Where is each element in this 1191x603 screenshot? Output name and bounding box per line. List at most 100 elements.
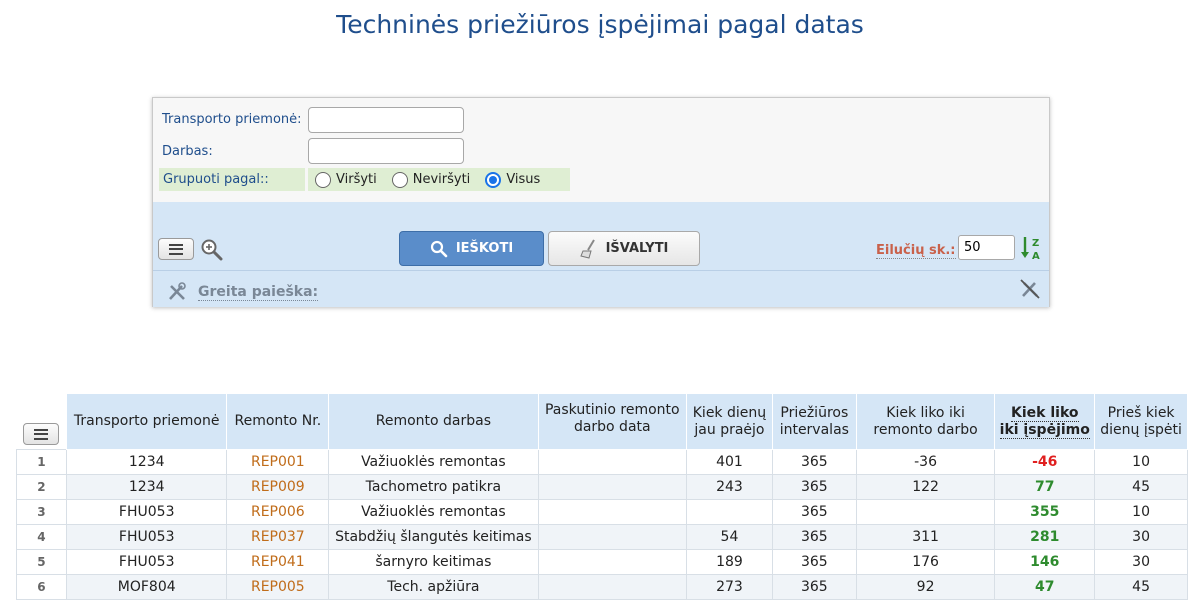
- table-row[interactable]: 3 FHU053 REP006 Važiuoklės remontas 365 …: [16, 499, 1188, 525]
- tools-off-icon[interactable]: [1019, 278, 1041, 300]
- rows-count-input[interactable]: [958, 235, 1015, 260]
- radio-exceed[interactable]: Viršyti: [315, 171, 377, 188]
- cell-interval: 365: [771, 449, 857, 475]
- cell-warn-days: 10: [1094, 449, 1188, 475]
- vehicle-input[interactable]: [308, 107, 464, 133]
- cell-days-left: 311: [855, 524, 996, 550]
- cell-vehicle: FHU053: [65, 524, 228, 550]
- cell-repair-no[interactable]: REP037: [226, 524, 330, 550]
- cell-repair-work: Stabdžių šlangutės keitimas: [328, 524, 539, 550]
- col-header-last-date[interactable]: Paskutinio remonto darbo data: [537, 393, 688, 450]
- cell-last-date: [537, 474, 688, 500]
- row-index: 6: [16, 574, 67, 600]
- table-row[interactable]: 1 1234 REP001 Važiuoklės remontas 401 36…: [16, 449, 1188, 475]
- menu-icon: [169, 243, 183, 255]
- table-menu-cell: [16, 393, 67, 450]
- vehicle-label: Transporto priemonė:: [162, 112, 302, 127]
- table-header-row: Transporto priemonė Remonto Nr. Remonto …: [16, 393, 1188, 450]
- radio-button-checked[interactable]: [485, 171, 502, 188]
- cell-warn-days: 45: [1094, 574, 1188, 600]
- work-input[interactable]: [308, 138, 464, 164]
- panel-toolbar: IEŠKOTI IŠVALYTI Eilučių sk.: Z A Greita…: [153, 202, 1049, 307]
- cell-days-to-warning: -46: [994, 449, 1096, 475]
- cell-repair-work: Tachometro patikra: [328, 474, 539, 500]
- row-index: 2: [16, 474, 67, 500]
- cell-repair-no[interactable]: REP041: [226, 549, 330, 575]
- results-table-container: Transporto priemonė Remonto Nr. Remonto …: [16, 393, 1188, 600]
- col-header-repair-no[interactable]: Remonto Nr.: [226, 393, 330, 450]
- tools-icon: [169, 282, 186, 300]
- results-table: Transporto priemonė Remonto Nr. Remonto …: [16, 393, 1188, 600]
- cell-days-to-warning: 77: [994, 474, 1096, 500]
- cell-vehicle: FHU053: [65, 499, 228, 525]
- col-header-warn-days[interactable]: Prieš kiek dienų įspėti: [1094, 393, 1188, 450]
- cell-last-date: [537, 574, 688, 600]
- toolbar-divider: [153, 270, 1049, 271]
- cell-days-left: 122: [855, 474, 996, 500]
- cell-interval: 365: [771, 574, 857, 600]
- row-index: 5: [16, 549, 67, 575]
- broom-icon: [579, 238, 595, 259]
- col-header-days-passed[interactable]: Kiek dienų jau praėjo: [686, 393, 773, 450]
- cell-last-date: [537, 524, 688, 550]
- table-columns-menu-button[interactable]: [23, 423, 60, 445]
- cell-days-to-warning: 146: [994, 549, 1096, 575]
- cell-repair-no[interactable]: REP006: [226, 499, 330, 525]
- cell-days-to-warning: 281: [994, 524, 1096, 550]
- zoom-in-icon[interactable]: [200, 238, 224, 262]
- cell-vehicle: 1234: [65, 449, 228, 475]
- table-row[interactable]: 5 FHU053 REP041 šarnyro keitimas 189 365…: [16, 549, 1188, 575]
- search-button[interactable]: IEŠKOTI: [399, 231, 544, 266]
- cell-days-passed: 243: [686, 474, 773, 500]
- cell-days-left: 92: [855, 574, 996, 600]
- group-by-radios: Viršyti Neviršyti Visus: [308, 168, 570, 191]
- clear-button[interactable]: IŠVALYTI: [548, 231, 700, 266]
- cell-repair-work: Tech. apžiūra: [328, 574, 539, 600]
- col-header-vehicle[interactable]: Transporto priemonė: [65, 393, 228, 450]
- cell-days-passed: 273: [686, 574, 773, 600]
- cell-last-date: [537, 549, 688, 575]
- quick-search-toggle[interactable]: Greita paieška:: [198, 284, 319, 301]
- cell-vehicle: MOF804: [65, 574, 228, 600]
- col-header-repair-work[interactable]: Remonto darbas: [328, 393, 539, 450]
- cell-warn-days: 10: [1094, 499, 1188, 525]
- cell-repair-no[interactable]: REP005: [226, 574, 330, 600]
- cell-interval: 365: [771, 474, 857, 500]
- radio-all[interactable]: Visus: [485, 171, 540, 188]
- radio-button[interactable]: [391, 171, 408, 188]
- cell-interval: 365: [771, 549, 857, 575]
- table-row[interactable]: 6 MOF804 REP005 Tech. apžiūra 273 365 92…: [16, 574, 1188, 600]
- cell-repair-no[interactable]: REP001: [226, 449, 330, 475]
- cell-days-left: -36: [855, 449, 996, 475]
- cell-days-passed: 189: [686, 549, 773, 575]
- row-index: 3: [16, 499, 67, 525]
- cell-warn-days: 30: [1094, 549, 1188, 575]
- work-label: Darbas:: [162, 144, 213, 159]
- columns-menu-button[interactable]: [158, 238, 194, 260]
- col-header-days-left[interactable]: Kiek liko iki remonto darbo: [855, 393, 996, 450]
- cell-repair-work: Važiuoklės remontas: [328, 449, 539, 475]
- cell-days-left: [855, 499, 996, 525]
- table-row[interactable]: 4 FHU053 REP037 Stabdžių šlangutės keiti…: [16, 524, 1188, 550]
- page-title: Techninės priežiūros įspėjimai pagal dat…: [336, 10, 864, 39]
- col-header-days-to-warning[interactable]: Kiek liko iki įspėjimo: [994, 393, 1096, 450]
- cell-warn-days: 45: [1094, 474, 1188, 500]
- col-header-interval[interactable]: Priežiūros intervalas: [771, 393, 857, 450]
- cell-vehicle: 1234: [65, 474, 228, 500]
- cell-days-to-warning: 355: [994, 499, 1096, 525]
- radio-not-exceed[interactable]: Neviršyti: [391, 171, 470, 188]
- cell-vehicle: FHU053: [65, 549, 228, 575]
- table-row[interactable]: 2 1234 REP009 Tachometro patikra 243 365…: [16, 474, 1188, 500]
- row-index: 1: [16, 449, 67, 475]
- svg-text:Z: Z: [1032, 238, 1039, 249]
- search-panel: Transporto priemonė: Darbas: Grupuoti pa…: [152, 97, 1050, 307]
- cell-repair-work: šarnyro keitimas: [328, 549, 539, 575]
- cell-last-date: [537, 449, 688, 475]
- row-index: 4: [16, 524, 67, 550]
- sort-za-icon[interactable]: Z A: [1020, 235, 1042, 261]
- cell-days-passed: [686, 499, 773, 525]
- radio-button[interactable]: [315, 171, 331, 188]
- cell-repair-no[interactable]: REP009: [226, 474, 330, 500]
- cell-last-date: [537, 499, 688, 525]
- group-by-label: Grupuoti pagal::: [159, 168, 305, 191]
